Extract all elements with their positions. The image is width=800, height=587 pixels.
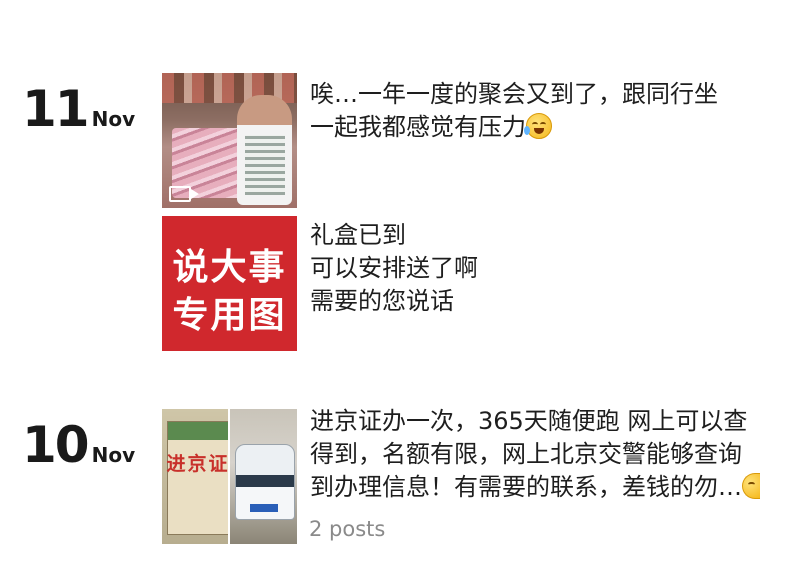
post-thumbnail-permit[interactable]: 进京证	[162, 409, 228, 544]
date-10-nov: 10 Nov	[22, 420, 135, 470]
post-text-gift-box[interactable]: 礼盒已到 可以安排送了啊 需要的您说话	[310, 219, 780, 318]
post-text-line: 礼盒已到	[310, 221, 406, 249]
post-text-gathering[interactable]: 唉…一年一度的聚会又到了，跟同行坐 一起我都感觉有压力	[310, 78, 780, 144]
month-label: Nov	[91, 107, 136, 131]
post-text-line: 需要的您说话	[310, 287, 454, 315]
tile-text-line: 专用图	[172, 295, 287, 336]
post-text-beijing-permit[interactable]: 进京证办一次，365天随便跑 网上可以查 得到，名额有限，网上北京交警能够查询 …	[310, 405, 790, 504]
crying-laughing-emoji-icon	[524, 113, 552, 139]
post-count-label[interactable]: 2 posts	[309, 517, 385, 541]
post-text-line: 可以安排送了啊	[310, 254, 478, 282]
month-label: Nov	[91, 443, 136, 467]
post-text-line: 一起我都感觉有压力	[310, 111, 780, 144]
thumbnail-person	[237, 95, 292, 205]
permit-stamp-text: 进京证	[166, 453, 228, 475]
day-number: 10	[22, 416, 90, 474]
post-thumbnail-video[interactable]	[162, 73, 297, 208]
tile-text-line: 说大事	[172, 247, 287, 288]
post-text-line: 得到，名额有限，网上北京交警能够查询	[310, 440, 742, 468]
video-icon	[169, 186, 199, 202]
permit-card	[167, 421, 228, 535]
thumbnail-plate	[250, 504, 278, 512]
smirk-emoji-icon	[742, 473, 760, 499]
day-number: 11	[22, 80, 90, 138]
post-text-line: 进京证办一次，365天随便跑 网上可以查	[310, 407, 748, 435]
post-text-line: 唉…一年一度的聚会又到了，跟同行坐	[310, 80, 718, 108]
post-text-line: 到办理信息！有需要的联系，差钱的勿…	[310, 471, 790, 504]
date-11-nov: 11 Nov	[22, 84, 135, 134]
post-thumbnail-red-tile[interactable]: 说大事 专用图	[162, 216, 297, 351]
post-thumbnail-van[interactable]	[230, 409, 297, 544]
